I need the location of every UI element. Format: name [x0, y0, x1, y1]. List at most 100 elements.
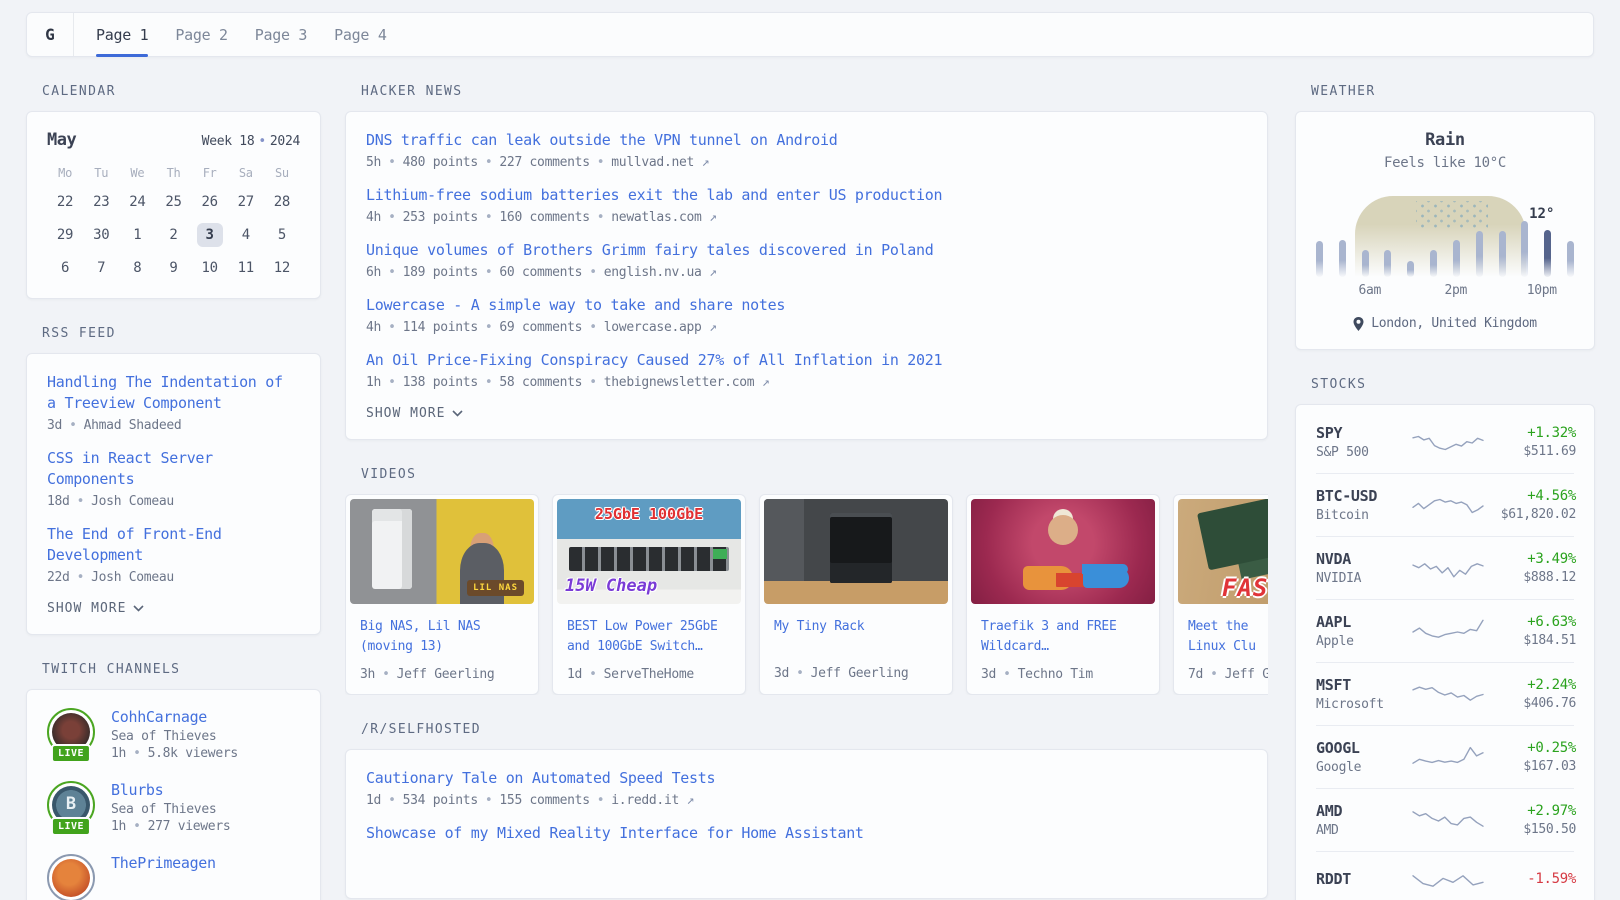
stock-sparkline — [1412, 805, 1484, 835]
calendar-day: 27 — [228, 190, 264, 214]
dot-separator: • — [388, 210, 396, 225]
dot-separator: • — [77, 570, 85, 585]
hn-item-source-link[interactable]: mullvad.net ↗ — [611, 155, 709, 170]
video-title[interactable]: BEST Low Power 25GbE and 100GbE Switch… — [553, 608, 745, 657]
channel-avatar: LIVE — [47, 781, 95, 829]
video-card[interactable]: 25GbE 100GbE 15W Cheap BEST Low Power 25… — [552, 494, 746, 695]
calendar-day: 2 — [155, 223, 191, 247]
video-card[interactable]: FAST Meet the Linux Clu 7d•Jeff Geerling — [1173, 494, 1268, 695]
dashboard-page: G Page 1 Page 2 Page 3 Page 4 CALENDAR — [0, 0, 1620, 900]
thumbnail-decoration — [1197, 499, 1268, 570]
channel-name[interactable]: Blurbs — [111, 781, 230, 799]
video-thumbnail[interactable]: 25GbE 100GbE 15W Cheap — [557, 499, 741, 604]
stocks-section: STOCKS SPY S&P 500 +1.32% $511.69 — [1295, 377, 1595, 900]
channel-game: Sea of Thieves — [111, 729, 238, 744]
weather-section: WEATHER Rain Feels like 10°C 12° 6am2pm1… — [1295, 84, 1595, 350]
hn-show-more-button[interactable]: SHOW MORE — [366, 406, 1247, 421]
video-card[interactable]: My Tiny Rack 3d•Jeff Geerling — [759, 494, 953, 695]
hn-item-title[interactable]: Lithium-free sodium batteries exit the l… — [366, 185, 1247, 206]
video-card[interactable]: LIL NAS Big NAS, Lil NAS (moving 13) 3h•… — [345, 494, 539, 695]
dot-separator: • — [597, 155, 605, 170]
hn-item-title[interactable]: Unique volumes of Brothers Grimm fairy t… — [366, 240, 1247, 261]
app-logo[interactable]: G — [27, 13, 74, 56]
video-thumbnail[interactable] — [971, 499, 1155, 604]
stock-row[interactable]: GOOGL Google +0.25% $167.03 — [1316, 725, 1574, 788]
channel-name[interactable]: CohhCarnage — [111, 708, 238, 726]
video-card[interactable]: Traefik 3 and FREE Wildcard… 3d•Techno T… — [966, 494, 1160, 695]
weather-bar — [1339, 240, 1346, 277]
stock-row[interactable]: AMD AMD +2.97% $150.50 — [1316, 788, 1574, 851]
dot-separator: • — [1003, 667, 1011, 682]
hn-item-source-link[interactable]: english.nv.ua ↗ — [604, 265, 717, 280]
videos-section: VIDEOS LIL NAS Big NAS, Lil NAS (moving … — [345, 467, 1268, 695]
calendar-day: 1 — [119, 223, 155, 247]
calendar-day: 12 — [264, 256, 300, 280]
stock-row[interactable]: RDDT -1.59% — [1316, 851, 1574, 900]
channel-avatar: LIVE — [47, 854, 95, 900]
stock-sparkline — [1412, 427, 1484, 457]
stock-name: Microsoft — [1316, 697, 1412, 712]
stock-change: +4.56% — [1484, 488, 1576, 504]
weather-bar — [1521, 221, 1528, 277]
page-tab[interactable]: Page 4 — [334, 13, 386, 56]
thumbnail-decoration — [764, 499, 804, 581]
stock-sparkline — [1412, 553, 1484, 583]
video-title[interactable]: My Tiny Rack — [760, 608, 952, 637]
channel-name[interactable]: ThePrimeagen — [111, 854, 216, 872]
video-thumbnail[interactable] — [764, 499, 948, 604]
hn-item-title[interactable]: Lowercase - A simple way to take and sha… — [366, 295, 1247, 316]
rss-show-more-button[interactable]: SHOW MORE — [47, 601, 300, 616]
dot-separator: • — [388, 375, 396, 390]
rss-item-title[interactable]: CSS in React Server Components — [47, 448, 300, 490]
page-tab[interactable]: Page 2 — [175, 13, 227, 56]
stock-name: AMD — [1316, 823, 1412, 838]
weather-card: Rain Feels like 10°C 12° 6am2pm10pm Lond… — [1295, 111, 1595, 350]
weather-bar — [1453, 240, 1460, 277]
hn-item-source-link[interactable]: lowercase.app ↗ — [604, 320, 717, 335]
rss-card: Handling The Indentation of a Treeview C… — [26, 353, 321, 635]
weekday-label: Su — [264, 166, 300, 180]
external-link-icon: ↗ — [709, 265, 717, 280]
stock-row[interactable]: SPY S&P 500 +1.32% $511.69 — [1316, 411, 1574, 473]
stock-row[interactable]: NVDA NVIDIA +3.49% $888.12 — [1316, 536, 1574, 599]
dot-separator: • — [796, 666, 804, 681]
weather-time-label: 6am — [1358, 283, 1381, 298]
rss-item-title[interactable]: Handling The Indentation of a Treeview C… — [47, 372, 300, 414]
dot-separator: • — [597, 793, 605, 808]
stock-row[interactable]: BTC-USD Bitcoin +4.56% $61,820.02 — [1316, 473, 1574, 536]
reddit-item-source-link[interactable]: i.redd.it ↗ — [611, 793, 694, 808]
page-tab[interactable]: Page 3 — [255, 13, 307, 56]
stock-symbol: AAPL — [1316, 613, 1412, 631]
dot-separator: • — [388, 265, 396, 280]
stock-change: +3.49% — [1484, 551, 1576, 567]
stock-change: +6.63% — [1484, 614, 1576, 630]
video-meta: 1d•ServeTheHome — [553, 657, 745, 695]
stock-price: $150.50 — [1484, 822, 1576, 837]
calendar-day: 9 — [155, 256, 191, 280]
stock-row[interactable]: AAPL Apple +6.63% $184.51 — [1316, 599, 1574, 662]
reddit-item-title[interactable]: Showcase of my Mixed Reality Interface f… — [366, 823, 1247, 844]
hn-item-source-link[interactable]: thebignewsletter.com ↗ — [604, 375, 770, 390]
hn-item-title[interactable]: DNS traffic can leak outside the VPN tun… — [366, 130, 1247, 151]
stock-change: +0.25% — [1484, 740, 1576, 756]
page-tab[interactable]: Page 1 — [96, 13, 148, 56]
dot-separator: • — [485, 265, 493, 280]
weekday-label: Tu — [83, 166, 119, 180]
video-thumbnail[interactable]: FAST — [1178, 499, 1268, 604]
rss-item-title[interactable]: The End of Front-End Development — [47, 524, 300, 566]
right-column: WEATHER Rain Feels like 10°C 12° 6am2pm1… — [1295, 57, 1595, 900]
page-tabs: Page 1 Page 2 Page 3 Page 4 — [74, 13, 387, 56]
hn-item-title[interactable]: An Oil Price-Fixing Conspiracy Caused 27… — [366, 350, 1247, 371]
stock-row[interactable]: MSFT Microsoft +2.24% $406.76 — [1316, 662, 1574, 725]
dot-separator: • — [597, 210, 605, 225]
video-title[interactable]: Meet the Linux Clu — [1174, 608, 1268, 657]
hn-item-source-link[interactable]: newatlas.com ↗ — [611, 210, 716, 225]
video-title[interactable]: Traefik 3 and FREE Wildcard… — [967, 608, 1159, 657]
dot-separator: • — [77, 494, 85, 509]
reddit-item-title[interactable]: Cautionary Tale on Automated Speed Tests — [366, 768, 1247, 789]
video-title[interactable]: Big NAS, Lil NAS (moving 13) — [346, 608, 538, 657]
video-thumbnail[interactable]: LIL NAS — [350, 499, 534, 604]
calendar-day: 30 — [83, 223, 119, 247]
live-badge: LIVE — [51, 817, 91, 836]
twitch-section: TWITCH CHANNELS LIVE CohhCarnage — [26, 662, 321, 900]
